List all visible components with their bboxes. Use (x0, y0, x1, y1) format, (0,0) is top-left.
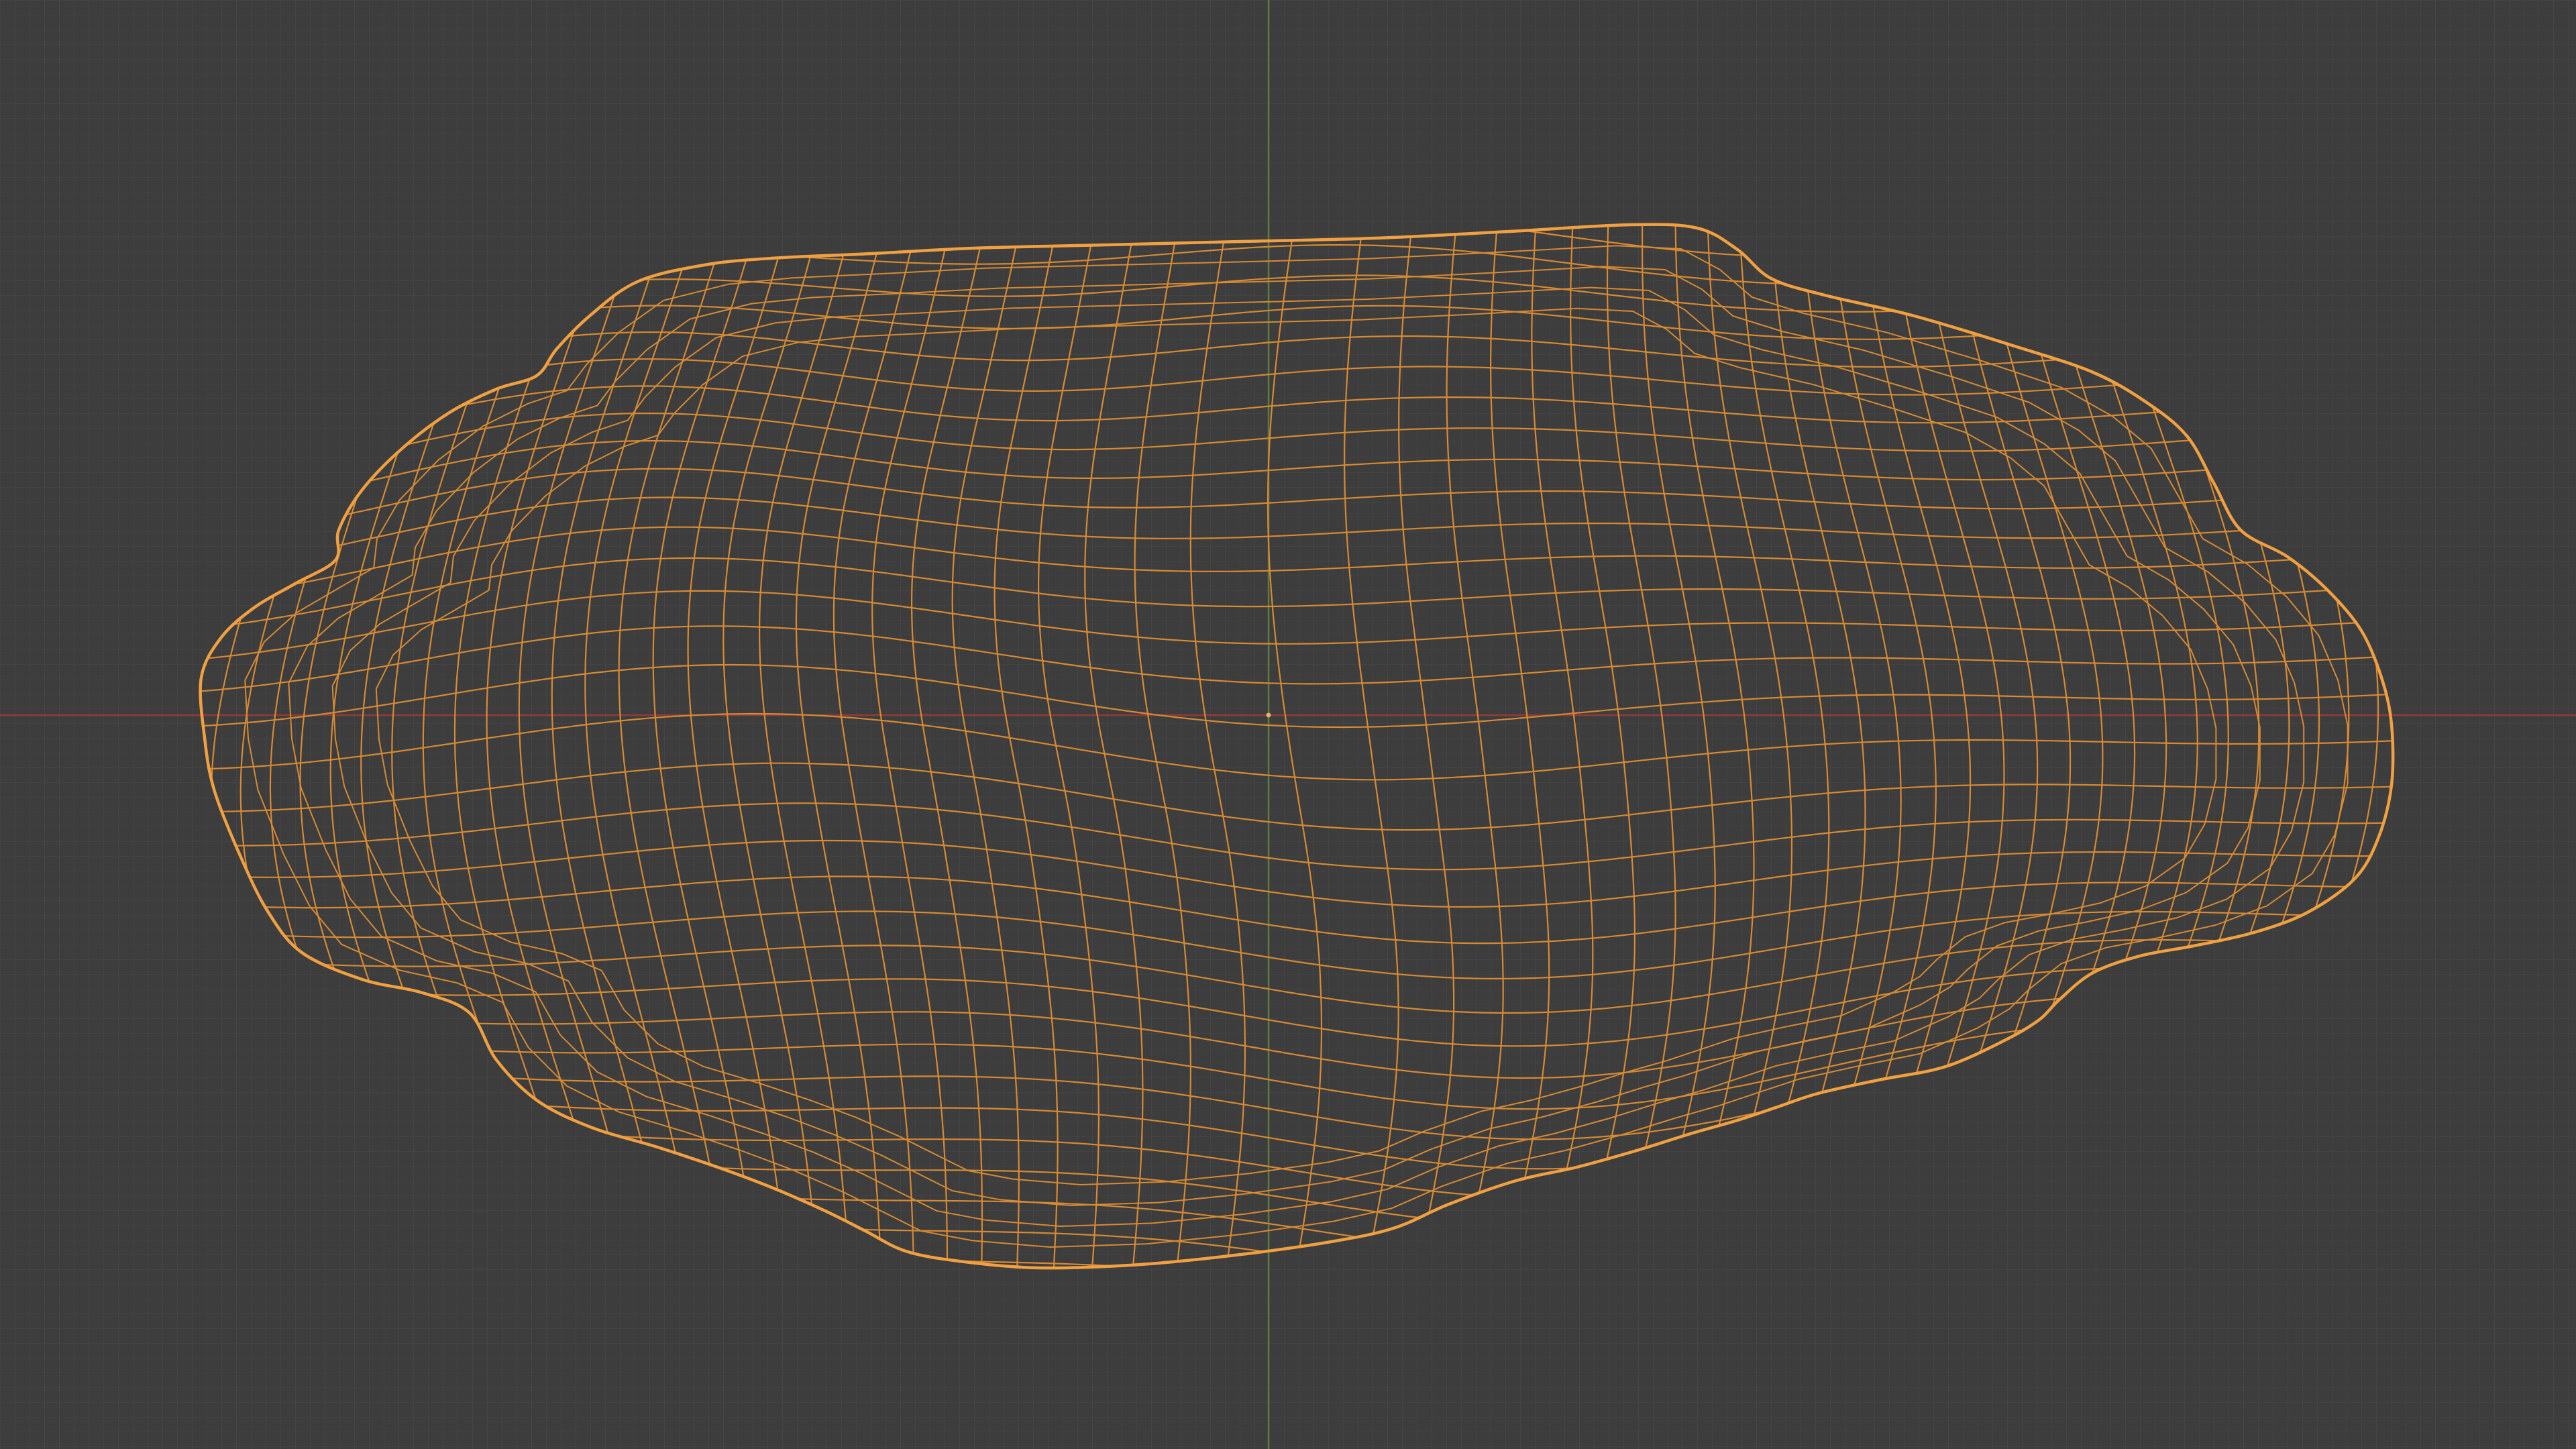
object-origin-point (1266, 712, 1271, 718)
3d-viewport[interactable] (0, 0, 2576, 1449)
floor-grid (0, 0, 2576, 1449)
viewport-canvas[interactable] (0, 0, 2576, 1449)
